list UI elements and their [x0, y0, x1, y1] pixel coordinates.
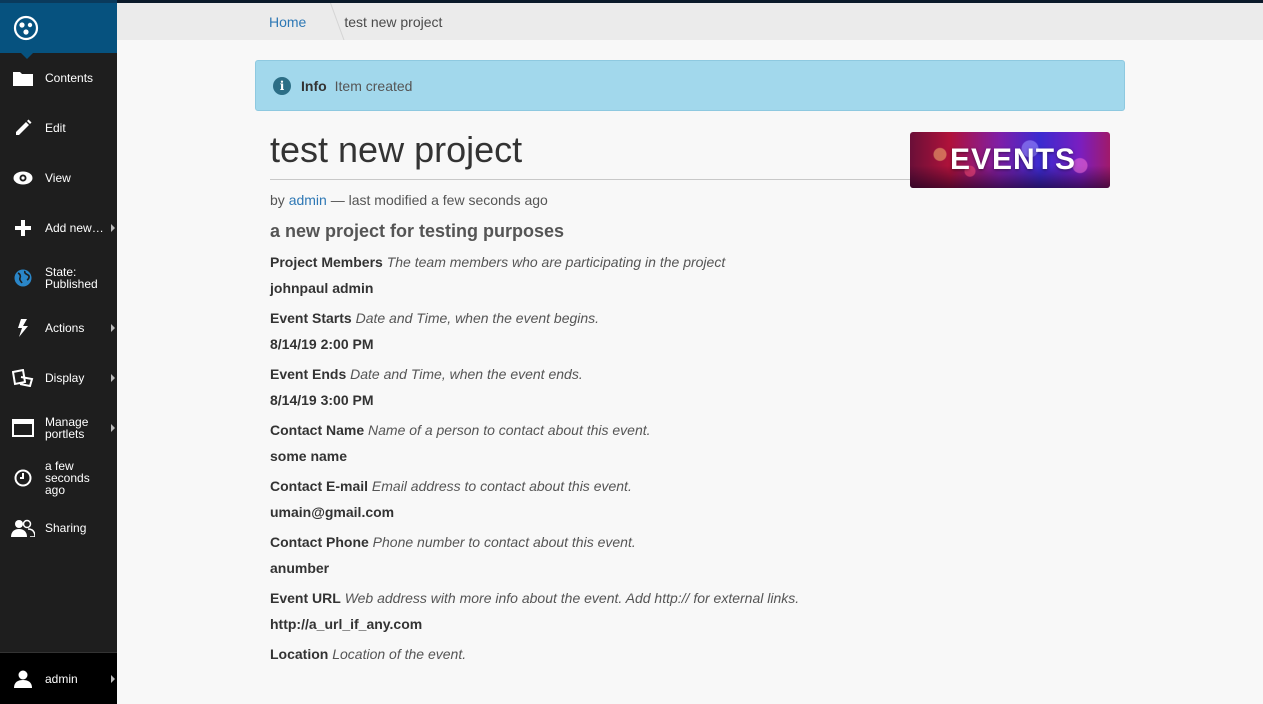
byline-modified: — last modified a few seconds ago [330, 192, 548, 208]
field-label: Event Starts [270, 310, 352, 326]
field-contact-phone: Contact Phone Phone number to contact ab… [270, 534, 1110, 576]
globe-icon [0, 269, 45, 287]
caret-right-icon [111, 224, 115, 232]
pencil-icon [0, 119, 45, 137]
toolbar-manage-portlets[interactable]: Manage portlets [0, 403, 117, 453]
field-value: http://a_url_if_any.com [270, 616, 423, 632]
toolbar-edit[interactable]: Edit [0, 103, 117, 153]
display-icon [0, 369, 45, 387]
caret-right-icon [111, 324, 115, 332]
field-help: The team members who are participating i… [386, 254, 726, 270]
field-value: 8/14/19 3:00 PM [270, 392, 374, 408]
field-help: Date and Time, when the event begins. [355, 310, 600, 326]
window-icon [0, 419, 45, 437]
field-help: Email address to contact about this even… [371, 478, 632, 494]
lead-image[interactable]: EVENTS [910, 132, 1110, 188]
field-label: Event Ends [270, 366, 347, 382]
toolbar-add-new-label: Add new… [45, 221, 104, 235]
field-label: Contact Name [270, 422, 365, 438]
field-event-ends: Event Ends Date and Time, when the event… [270, 366, 1110, 408]
field-contact-email: Contact E-mail Email address to contact … [270, 478, 1110, 520]
field-contact-name: Contact Name Name of a person to contact… [270, 422, 1110, 464]
field-label: Event URL [270, 590, 341, 606]
info-alert: i Info Item created [255, 60, 1125, 111]
field-help: Phone number to contact about this event… [372, 534, 636, 550]
field-value: anumber [270, 560, 330, 576]
event-fields: Project Members The team members who are… [270, 254, 1110, 662]
clock-icon [0, 469, 45, 487]
breadcrumb-bar: Home test new project [117, 0, 1263, 40]
toolbar-display-label: Display [45, 371, 85, 385]
field-value: umain@gmail.com [270, 504, 395, 520]
breadcrumb-separator [316, 3, 332, 40]
toolbar-view[interactable]: View [0, 153, 117, 203]
field-event-url: Event URL Web address with more info abo… [270, 590, 1110, 632]
field-value: 8/14/19 2:00 PM [270, 336, 374, 352]
plone-toolbar: Contents Edit View Add new… State: Publi… [0, 0, 117, 704]
toolbar-manage-portlets-label: Manage portlets [45, 415, 89, 441]
field-label: Location [270, 646, 329, 662]
toolbar-display[interactable]: Display [0, 353, 117, 403]
eye-icon [0, 171, 45, 185]
byline-prefix: by [270, 192, 285, 208]
user-icon [0, 670, 45, 688]
main-content: test new project EVENTS by admin — last … [270, 128, 1110, 662]
users-icon [0, 519, 45, 537]
folder-icon [0, 70, 45, 86]
breadcrumb-home-link[interactable]: Home [269, 14, 306, 30]
breadcrumb-current: test new project [344, 13, 443, 30]
plone-logo-icon [13, 15, 39, 41]
author-link[interactable]: admin [289, 192, 327, 208]
info-icon: i [273, 76, 291, 95]
caret-right-icon [111, 674, 115, 683]
field-label: Project Members [270, 254, 383, 270]
field-help: Location of the event. [332, 646, 467, 662]
toolbar-edit-label: Edit [45, 121, 66, 135]
toolbar-user-menu[interactable]: admin [0, 652, 117, 704]
byline: by admin — last modified a few seconds a… [270, 192, 1110, 208]
bolt-icon [0, 319, 45, 337]
caret-right-icon [111, 424, 115, 432]
toolbar-history-label: a few seconds ago [45, 459, 90, 497]
toolbar-user-label: admin [45, 671, 78, 686]
page-description: a new project for testing purposes [270, 221, 565, 241]
toolbar-contents[interactable]: Contents [0, 53, 117, 103]
toolbar-state-label: State: Published [45, 265, 98, 291]
lead-image-text: EVENTS [950, 143, 1077, 176]
field-location: Location Location of the event. [270, 646, 1110, 662]
field-project-members: Project Members The team members who are… [270, 254, 1110, 296]
field-value: some name [270, 448, 348, 464]
alert-title: Info [301, 77, 327, 94]
field-help: Web address with more info about the eve… [344, 590, 800, 606]
alert-text: Item created [334, 77, 413, 94]
toolbar-actions-label: Actions [45, 321, 85, 335]
toolbar-actions[interactable]: Actions [0, 303, 117, 353]
toolbar-state[interactable]: State: Published [0, 253, 117, 303]
breadcrumb: Home test new project [269, 3, 442, 40]
plus-icon [0, 220, 45, 236]
toolbar-view-label: View [45, 171, 71, 185]
field-value: johnpaul admin [270, 280, 374, 296]
toolbar-sharing-label: Sharing [45, 521, 87, 535]
plone-logo-button[interactable] [0, 0, 117, 59]
field-label: Contact Phone [270, 534, 369, 550]
toolbar-sharing[interactable]: Sharing [0, 503, 117, 553]
field-event-starts: Event Starts Date and Time, when the eve… [270, 310, 1110, 352]
field-help: Name of a person to contact about this e… [368, 422, 651, 438]
caret-right-icon [111, 374, 115, 382]
page-title: test new project [270, 128, 910, 180]
field-help: Date and Time, when the event ends. [350, 366, 583, 382]
toolbar-add-new[interactable]: Add new… [0, 203, 117, 253]
field-label: Contact E-mail [270, 478, 369, 494]
toolbar-history[interactable]: a few seconds ago [0, 453, 117, 503]
toolbar-contents-label: Contents [45, 71, 94, 85]
